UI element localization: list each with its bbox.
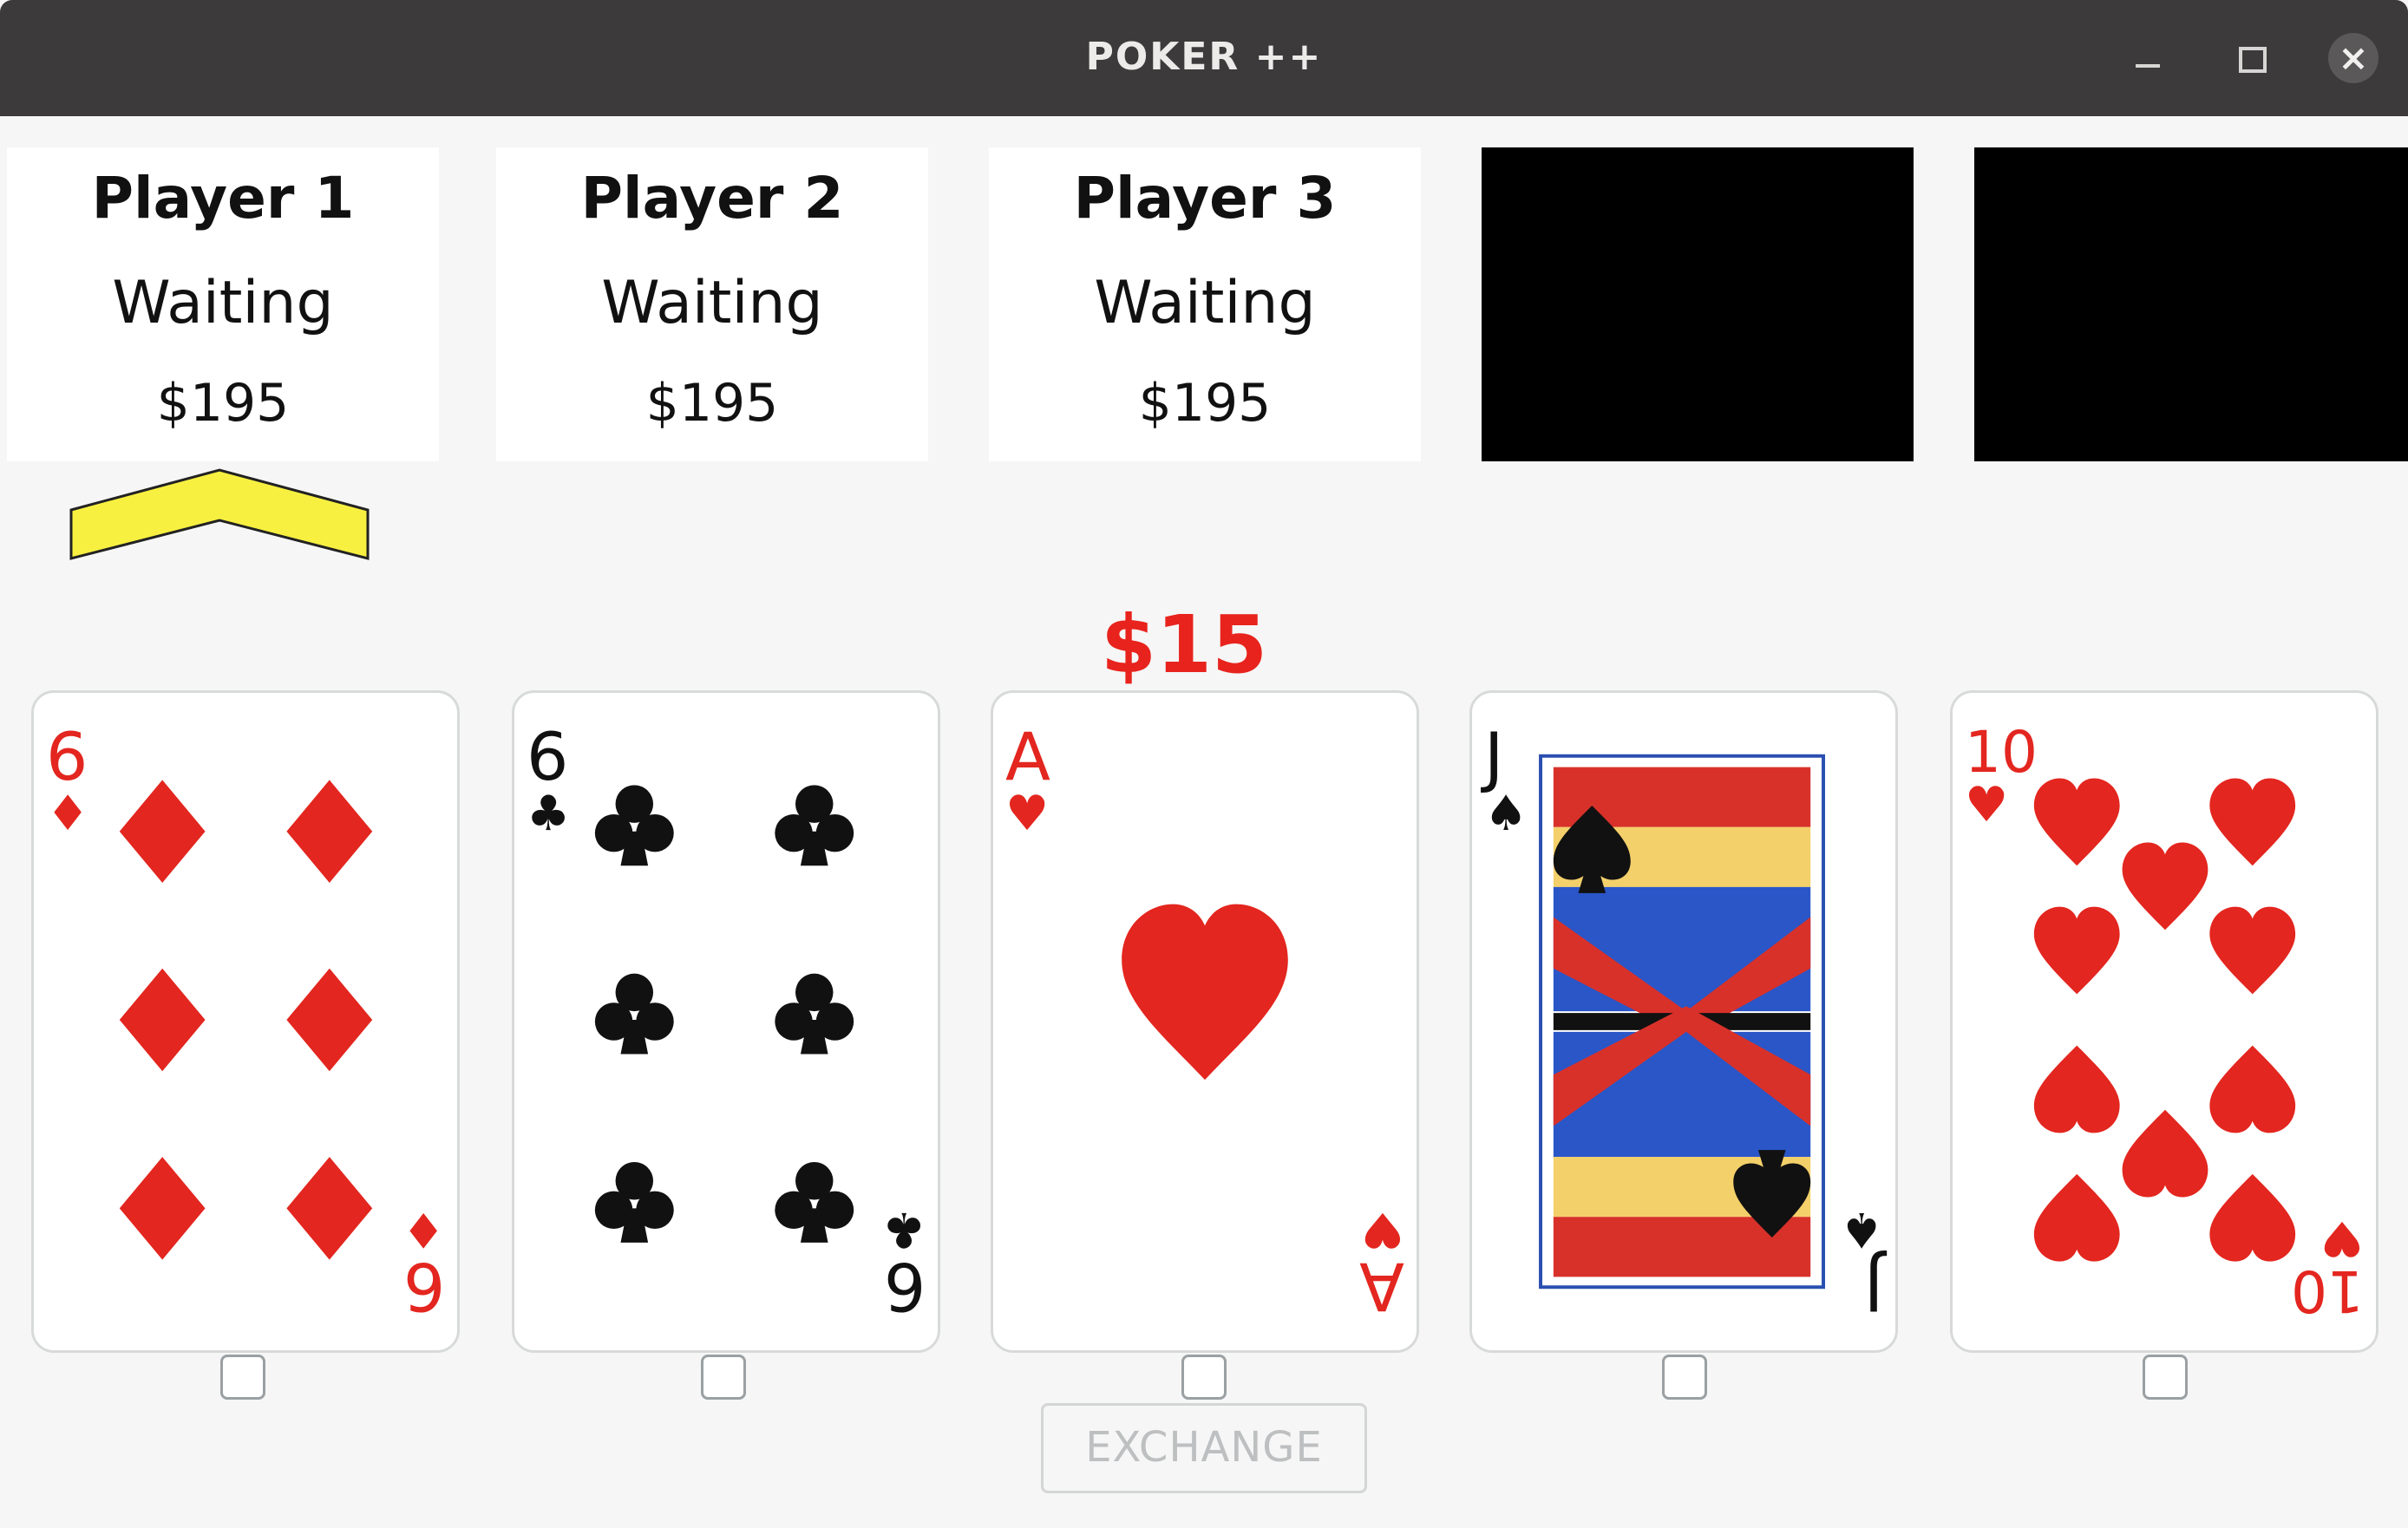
hand-card-2[interactable]: 6 ♣ 6 ♣ (512, 690, 940, 1353)
maximize-button[interactable] (2226, 33, 2276, 83)
diamond-pips-icon (119, 780, 373, 1260)
player-name: Player 3 (1073, 165, 1337, 232)
empty-player-slot-5 (1974, 147, 2408, 461)
turn-indicator-arrow-icon (69, 468, 370, 560)
poker-window: POKER ++ × Player 1 Waiting $195 Player … (0, 0, 2408, 1528)
title-bar[interactable]: POKER ++ × (0, 0, 2408, 116)
player-panel-2: Player 2 Waiting $195 (496, 147, 928, 461)
exchange-button[interactable]: EXCHANGE (1041, 1403, 1367, 1493)
player-status: Waiting (112, 269, 334, 337)
discard-checkbox-3[interactable] (1181, 1355, 1227, 1400)
player-panel-1: Player 1 Waiting $195 (7, 147, 439, 461)
player-money: $195 (156, 373, 290, 434)
player-status: Waiting (1094, 269, 1316, 337)
hand-card-4[interactable]: J ♠ J ♠ (1469, 690, 1898, 1353)
discard-checkbox-4[interactable] (1662, 1355, 1707, 1400)
hand-card-5[interactable]: 10 ♥ 10 ♥ (1950, 690, 2379, 1353)
discard-checkbox-2[interactable] (701, 1355, 746, 1400)
player-money: $195 (645, 373, 779, 434)
close-icon: × (2338, 36, 2369, 79)
empty-player-slot-4 (1482, 147, 1914, 461)
pot-amount: $15 (1100, 598, 1268, 691)
minimize-button[interactable] (2123, 33, 2174, 83)
heart-pips-icon (2033, 778, 2296, 1262)
close-button[interactable]: × (2328, 33, 2379, 83)
player-panel-3: Player 3 Waiting $195 (989, 147, 1421, 461)
player-money: $195 (1138, 373, 1272, 434)
discard-checkbox-5[interactable] (2143, 1355, 2188, 1400)
heart-pip-icon (1122, 904, 1288, 1081)
jack-face-art-icon (1539, 754, 1825, 1290)
club-pips-icon (594, 785, 854, 1243)
discard-checkbox-1[interactable] (220, 1355, 265, 1400)
hand-card-3[interactable]: A ♥ A ♥ (991, 690, 1419, 1353)
player-status: Waiting (601, 269, 823, 337)
hand-card-1[interactable]: 6 ♦ 6 ♦ (31, 690, 460, 1353)
window-title: POKER ++ (1085, 35, 1323, 79)
player-name: Player 2 (580, 165, 844, 232)
player-name: Player 1 (91, 165, 355, 232)
